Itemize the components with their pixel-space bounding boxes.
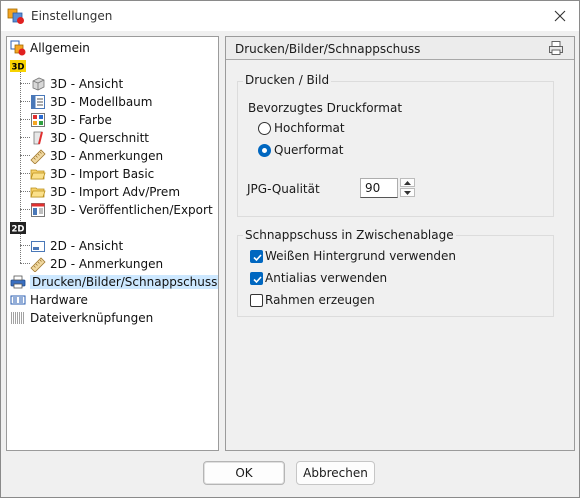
tree-item-3d-farbe[interactable]: 3D - Farbe (30, 111, 112, 129)
radio-hochformat-label[interactable]: Hochformat (274, 121, 345, 135)
tree-item-label: Hardware (30, 293, 88, 307)
tree-item-3d[interactable]: 3D (10, 57, 30, 75)
tree-item-2d-ansicht[interactable]: 2D - Ansicht (30, 237, 123, 255)
svg-text:2D: 2D (12, 225, 25, 235)
settings-tree[interactable]: Allgemein 3D 3D - Ansicht 3D - Modellbau… (6, 36, 219, 451)
jpg-quality-input[interactable]: 90 (360, 178, 398, 198)
print-group-title: Drucken / Bild (243, 73, 332, 87)
printer-icon (10, 275, 26, 289)
window-title: Einstellungen (31, 9, 113, 23)
folder-open-icon (30, 169, 46, 180)
checkbox-rahmen-label[interactable]: Rahmen erzeugen (265, 293, 375, 307)
page-title: Drucken/Bilder/Schnappschuss (235, 42, 421, 56)
tree-item-label: 3D - Import Adv/Prem (50, 185, 181, 199)
snapshot-group-title: Schnappschuss in Zwischenablage (243, 228, 456, 242)
tree-item-label: 3D - Veröffentlichen/Export (50, 203, 213, 217)
app-icon (7, 8, 24, 24)
tree-item-label: 3D - Import Basic (50, 167, 155, 181)
tree-item-2d[interactable]: 2D (10, 219, 30, 237)
export-icon (31, 203, 45, 217)
ruler-icon (30, 149, 46, 164)
tree-item-3d-import-basic[interactable]: 3D - Import Basic (30, 165, 154, 183)
spin-down-button[interactable] (400, 188, 415, 197)
settings-app-icon (10, 40, 26, 56)
chevron-down-icon (404, 190, 411, 195)
hardware-icon (10, 295, 26, 305)
tree-item-label: 3D - Farbe (50, 113, 112, 127)
2d-badge-icon: 2D (10, 222, 26, 235)
print-format-label: Bevorzugtes Druckformat (248, 101, 403, 115)
radio-querformat[interactable] (258, 144, 271, 157)
ruler-icon (30, 257, 46, 272)
3d-badge-icon: 3D (10, 60, 26, 73)
tree-item-label: 3D - Anmerkungen (50, 149, 164, 163)
cancel-button[interactable]: Abbrechen (296, 461, 375, 485)
tree-item-3d-import-adv[interactable]: 3D - Import Adv/Prem (30, 183, 180, 201)
tree-item-allgemein[interactable]: Allgemein (10, 39, 90, 57)
checkbox-weisser-hintergrund[interactable] (250, 250, 263, 263)
tree-item-2d-anmerkungen[interactable]: 2D - Anmerkungen (30, 255, 163, 273)
settings-content-panel: Drucken/Bilder/Schnappschuss Drucken / B… (225, 36, 575, 451)
cross-section-icon (33, 131, 43, 145)
close-icon (554, 10, 566, 22)
tree-item-hardware[interactable]: Hardware (10, 291, 88, 309)
folder-open-icon (30, 187, 46, 198)
title-bar: Einstellungen (1, 1, 579, 31)
check-icon (253, 254, 262, 262)
tree-item-label: 3D - Querschnitt (50, 131, 150, 145)
tree-item-3d-modellbaum[interactable]: 3D - Modellbaum (30, 93, 152, 111)
checkbox-weisser-hintergrund-label[interactable]: Weißen Hintergrund verwenden (265, 249, 456, 263)
cube-icon (32, 77, 45, 91)
radio-querformat-label[interactable]: Querformat (274, 143, 343, 157)
tree-item-label: 2D - Anmerkungen (50, 257, 164, 271)
ok-button[interactable]: OK (203, 461, 285, 485)
color-palette-icon (31, 113, 45, 127)
tree-item-label: Drucken/Bilder/Schnappschuss (30, 275, 218, 289)
tree-item-label: Allgemein (30, 41, 90, 55)
tree-item-label: 3D - Ansicht (50, 77, 124, 91)
chevron-up-icon (404, 180, 411, 185)
close-button[interactable] (549, 5, 571, 27)
content-header: Drucken/Bilder/Schnappschuss (226, 37, 574, 60)
tree-item-label: Dateiverknüpfungen (30, 311, 154, 325)
tree-item-3d-ansicht[interactable]: 3D - Ansicht (30, 75, 123, 93)
tree-item-3d-export[interactable]: 3D - Veröffentlichen/Export (30, 201, 213, 219)
spin-up-button[interactable] (400, 178, 415, 187)
tree-item-drucken[interactable]: Drucken/Bilder/Schnappschuss (10, 273, 218, 291)
tree-item-dateiverknuepfungen[interactable]: Dateiverknüpfungen (10, 309, 153, 327)
jpg-quality-label: JPG-Qualität (247, 182, 320, 196)
tree-item-label: 2D - Ansicht (50, 239, 124, 253)
settings-dialog: Einstellungen Allgemein 3D 3D - Ansicht … (0, 0, 580, 498)
checkbox-antialias[interactable] (250, 272, 263, 285)
radio-hochformat[interactable] (258, 122, 271, 135)
tree-item-3d-querschnitt[interactable]: 3D - Querschnitt (30, 129, 149, 147)
2d-view-icon (31, 241, 45, 252)
model-tree-icon (31, 95, 45, 109)
checkbox-antialias-label[interactable]: Antialias verwenden (265, 271, 387, 285)
svg-text:3D: 3D (12, 63, 25, 73)
checkbox-rahmen[interactable] (250, 294, 263, 307)
check-icon (253, 276, 262, 284)
tree-item-label: 3D - Modellbaum (50, 95, 153, 109)
print-icon[interactable] (548, 40, 564, 56)
file-association-icon (11, 312, 25, 324)
tree-item-3d-anmerkungen[interactable]: 3D - Anmerkungen (30, 147, 163, 165)
